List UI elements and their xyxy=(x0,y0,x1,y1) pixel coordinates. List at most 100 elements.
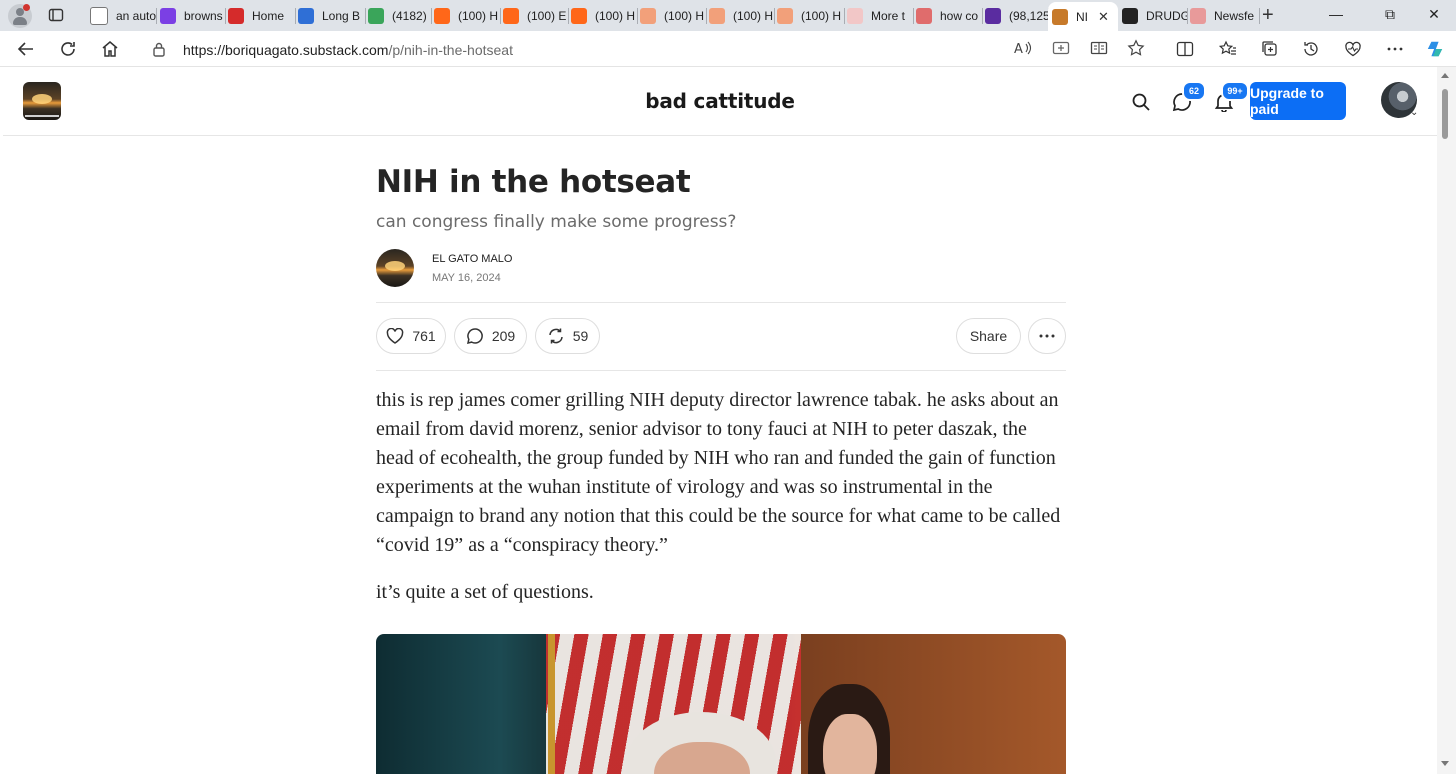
restack-count: 59 xyxy=(572,328,589,344)
read-aloud-icon[interactable]: A xyxy=(1014,39,1032,57)
post-body: this is rep james comer grilling NIH dep… xyxy=(376,386,1066,625)
substack-icon xyxy=(571,8,587,24)
new-tab-button[interactable]: + xyxy=(1262,5,1274,25)
lock-icon[interactable] xyxy=(152,41,166,62)
profile-notification-dot xyxy=(23,4,30,11)
like-button[interactable]: 761 xyxy=(376,318,446,354)
browser-tab[interactable]: NI ✕ xyxy=(1048,2,1118,31)
tab-actions-icon[interactable] xyxy=(48,7,64,23)
author-name[interactable]: EL GATO MALO xyxy=(432,253,513,265)
back-icon[interactable] xyxy=(16,39,36,59)
app-available-icon[interactable] xyxy=(1052,39,1070,57)
window-close-button[interactable]: ✕ xyxy=(1424,6,1444,23)
immersive-reader-icon[interactable] xyxy=(1090,39,1108,57)
browser-tab[interactable]: (100) H xyxy=(705,4,775,28)
video-still-image[interactable] xyxy=(376,634,1066,774)
scrollbar-thumb[interactable] xyxy=(1442,89,1448,139)
five-icon xyxy=(298,8,314,24)
scroll-down-arrow-icon[interactable] xyxy=(1441,761,1449,766)
avatar-sunset xyxy=(385,261,405,271)
home-icon xyxy=(228,8,244,24)
browser-tab[interactable]: (100) H xyxy=(567,4,638,28)
home-icon[interactable] xyxy=(100,39,120,59)
chevron-down-icon[interactable]: ⌄ xyxy=(1410,107,1418,118)
chat-count-badge: 62 xyxy=(1182,81,1206,101)
tab-label: (98,125 xyxy=(1009,9,1049,23)
browser-tab[interactable]: (100) E xyxy=(499,4,569,28)
tab-separator xyxy=(1259,8,1260,24)
tab-label: DRUDG xyxy=(1146,9,1188,23)
browser-tab[interactable]: (100) H xyxy=(773,4,845,28)
performance-icon[interactable] xyxy=(1344,40,1362,58)
url-path: /p/nih-in-the-hotseat xyxy=(388,42,513,58)
notifications-count-badge: 99+ xyxy=(1221,81,1249,101)
browser-tab[interactable]: (98,125 xyxy=(981,4,1049,28)
svg-text:A: A xyxy=(1014,42,1023,56)
profile-avatar[interactable] xyxy=(8,4,32,28)
close-tab-icon[interactable]: ✕ xyxy=(1098,9,1109,25)
bi-icon xyxy=(847,8,863,24)
tab-label: (100) E xyxy=(527,9,567,23)
g-icon xyxy=(368,8,384,24)
restack-icon xyxy=(548,328,563,344)
browser-tab[interactable]: how co xyxy=(912,4,983,28)
tab-label: (100) H xyxy=(458,9,499,23)
divider xyxy=(376,302,1066,303)
browser-tab[interactable]: (100) H xyxy=(636,4,707,28)
browser-tab[interactable]: (4182) xyxy=(364,4,432,28)
comment-count: 209 xyxy=(491,328,516,344)
flag-fringe xyxy=(548,634,555,774)
more-options-button[interactable] xyxy=(1028,318,1066,354)
browser-tab[interactable]: Home xyxy=(224,4,296,28)
url-host: https://boriquagato.substack.com xyxy=(183,42,389,58)
tab-label: (4182) xyxy=(392,9,427,23)
tab-label: More t xyxy=(871,9,906,23)
browser-tab[interactable]: browns xyxy=(156,4,226,28)
logo-caption-strip xyxy=(25,115,59,117)
mail-icon xyxy=(985,8,1001,24)
history-icon[interactable] xyxy=(1302,40,1320,58)
f-icon xyxy=(1190,8,1206,24)
search-icon[interactable] xyxy=(1130,91,1152,113)
browser-tab[interactable]: an auto xyxy=(86,4,157,28)
share-button[interactable]: Share xyxy=(956,318,1021,354)
tab-label: (100) H xyxy=(733,9,774,23)
tab-label: (100) H xyxy=(801,9,842,23)
collections-icon[interactable] xyxy=(1261,40,1279,58)
more-menu-icon[interactable] xyxy=(1386,40,1404,58)
minimize-button[interactable]: — xyxy=(1326,6,1346,22)
comments-button[interactable]: 209 xyxy=(454,318,527,354)
url-text[interactable]: https://boriquagato.substack.com/p/nih-i… xyxy=(183,42,513,58)
scroll-up-arrow-icon[interactable] xyxy=(1441,73,1449,78)
browser-tab[interactable]: Newsfe xyxy=(1186,4,1260,28)
post-title: NIH in the hotseat xyxy=(376,164,691,200)
post-subtitle: can congress finally make some progress? xyxy=(376,212,737,232)
upgrade-to-paid-button[interactable]: Upgrade to paid xyxy=(1250,82,1346,120)
document-icon xyxy=(90,7,108,25)
youtube-icon xyxy=(916,8,932,24)
browser-tab[interactable]: More t xyxy=(843,4,914,28)
comment-icon xyxy=(466,328,483,345)
browser-tab[interactable]: DRUDG xyxy=(1118,4,1188,28)
favorite-star-icon[interactable] xyxy=(1127,39,1145,57)
browser-tab[interactable]: Long B xyxy=(294,4,366,28)
drudge-icon xyxy=(1122,8,1138,24)
copilot-icon[interactable] xyxy=(1426,40,1444,58)
browser-toolbar: https://boriquagato.substack.com/p/nih-i… xyxy=(0,31,1456,67)
favorites-icon[interactable] xyxy=(1219,40,1237,58)
restore-button[interactable]: ⧉ xyxy=(1380,6,1400,23)
split-screen-icon[interactable] xyxy=(1176,40,1194,58)
ellipsis-icon xyxy=(1039,334,1055,338)
page-content: bad cattitude 62 99+ Upgrade to paid ⌄ N… xyxy=(3,67,1437,774)
tab-label: (100) H xyxy=(595,9,636,23)
tab-label: NI xyxy=(1076,9,1088,24)
author-avatar[interactable] xyxy=(376,249,414,287)
tab-label: browns xyxy=(184,9,223,23)
restack-button[interactable]: 59 xyxy=(535,318,600,354)
refresh-icon[interactable] xyxy=(58,39,78,59)
substack-icon xyxy=(640,8,656,24)
address-bar[interactable]: https://boriquagato.substack.com/p/nih-i… xyxy=(136,34,1160,64)
browser-tab[interactable]: (100) H xyxy=(430,4,501,28)
scrollbar[interactable] xyxy=(1437,67,1456,774)
profile-body xyxy=(13,17,27,25)
